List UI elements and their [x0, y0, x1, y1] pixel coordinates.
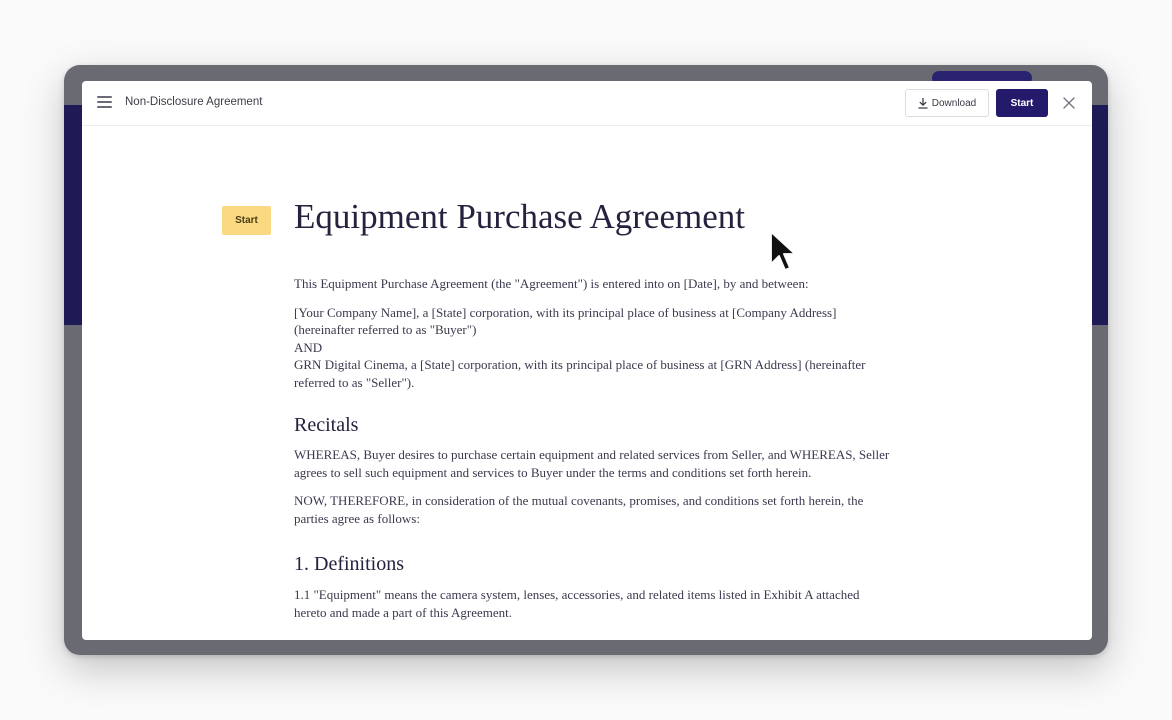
- close-icon[interactable]: [1062, 96, 1076, 110]
- intro-paragraph: This Equipment Purchase Agreement (the "…: [294, 276, 809, 291]
- download-icon: [918, 97, 928, 109]
- and-text: AND: [294, 339, 323, 355]
- document-title: Equipment Purchase Agreement: [294, 197, 745, 236]
- recitals-heading: Recitals: [294, 414, 359, 436]
- menu-icon[interactable]: [97, 96, 112, 108]
- recital-paragraph-2: NOW, THEREFORE, in consideration of the …: [294, 493, 864, 526]
- download-button[interactable]: Download: [905, 89, 989, 117]
- start-tag[interactable]: Start: [222, 206, 271, 235]
- document-name: Non-Disclosure Agreement: [125, 96, 263, 108]
- document-modal: Non-Disclosure Agreement Download Start …: [82, 81, 1092, 640]
- document-content[interactable]: Start Equipment Purchase Agreement This …: [82, 126, 1092, 640]
- modal-header: Non-Disclosure Agreement Download Start: [82, 81, 1092, 126]
- party-2: GRN Digital Cinema, a [State] corporatio…: [294, 357, 866, 390]
- recital-paragraph-1: WHEREAS, Buyer desires to purchase certa…: [294, 447, 890, 480]
- parties-paragraph: [Your Company Name], a [State] corporati…: [294, 304, 894, 392]
- party-1: [Your Company Name], a [State] corporati…: [294, 304, 837, 338]
- document-body: Equipment Purchase Agreement This Equipm…: [294, 196, 894, 621]
- start-button[interactable]: Start: [996, 89, 1048, 117]
- definitions-heading: 1. Definitions: [294, 553, 404, 575]
- definition-1-1: 1.1 "Equipment" means the camera system,…: [294, 587, 860, 620]
- download-label: Download: [931, 97, 977, 109]
